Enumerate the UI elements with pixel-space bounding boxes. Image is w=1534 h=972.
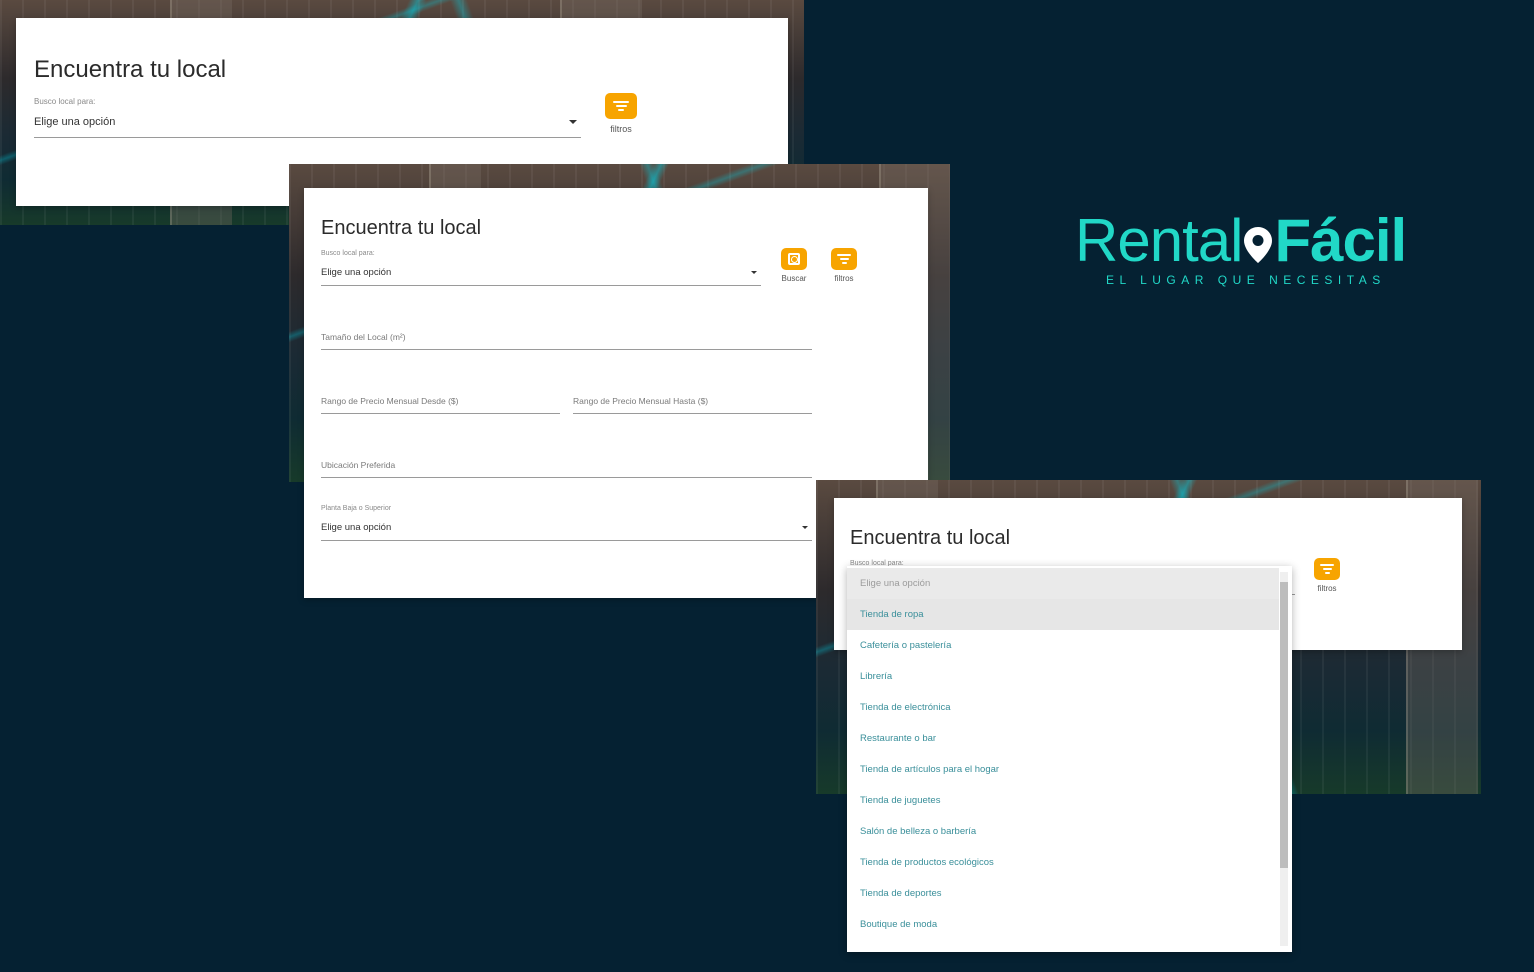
dropdown-option[interactable]: Tienda de electrónica [847, 692, 1279, 723]
filter-button[interactable] [1314, 558, 1340, 580]
select-value: Elige una opción [34, 116, 116, 128]
location-pin-icon [1244, 208, 1273, 263]
business-type-dropdown[interactable]: Elige una opción Tienda de ropa Cafeterí… [847, 566, 1292, 952]
dropdown-option[interactable]: Tienda de deportes [847, 878, 1279, 909]
business-type-select[interactable]: Elige una opción [34, 112, 581, 138]
scrollbar-thumb[interactable] [1280, 582, 1288, 868]
logo-wordmark: Rental Fácil [1075, 207, 1407, 274]
caret-down-icon [569, 120, 577, 124]
logo-tagline: EL LUGAR QUE NECESITAS [1106, 273, 1386, 287]
business-type-select[interactable]: Elige una opción [321, 264, 761, 286]
floor-select-value: Elige una opción [321, 522, 392, 533]
caret-down-icon [802, 526, 808, 529]
search-label: Buscar [781, 274, 807, 283]
filter-label: filtros [1317, 584, 1337, 593]
filter-icon [837, 252, 851, 266]
size-placeholder: Tamaño del Local (m²) [321, 332, 406, 342]
filter-icon [613, 99, 629, 113]
page-title: Encuentra tu local [34, 56, 227, 83]
dropdown-option[interactable]: Boutique de moda [847, 909, 1279, 940]
dropdown-option[interactable]: Tienda de productos ecológicos [847, 847, 1279, 878]
filter-label: filtros [610, 124, 632, 134]
select-value: Elige una opción [321, 267, 392, 278]
select-label: Busco local para: [34, 97, 96, 106]
price-to-input[interactable]: Rango de Precio Mensual Hasta ($) [573, 392, 812, 414]
dropdown-scrollbar[interactable] [1280, 572, 1288, 946]
dropdown-option[interactable]: Salón de belleza o barbería [847, 816, 1279, 847]
filter-button[interactable] [605, 93, 637, 119]
floor-select[interactable]: Elige una opción [321, 519, 812, 541]
location-placeholder: Ubicación Preferida [321, 460, 396, 470]
location-input[interactable]: Ubicación Preferida [321, 456, 812, 478]
price-from-input[interactable]: Rango de Precio Mensual Desde ($) [321, 392, 560, 414]
dropdown-option[interactable]: Tienda de artículos para el hogar [847, 754, 1279, 785]
page-title: Encuentra tu local [321, 217, 482, 239]
price-from-placeholder: Rango de Precio Mensual Desde ($) [321, 396, 459, 406]
dropdown-option[interactable]: Cafetería o pastelería [847, 630, 1279, 661]
filter-icon [1320, 562, 1334, 576]
dropdown-option[interactable]: Tienda de juguetes [847, 785, 1279, 816]
select-label: Busco local para: [321, 250, 375, 257]
caret-down-icon [751, 271, 757, 274]
dropdown-option[interactable]: Tienda de ropa [847, 599, 1279, 630]
filter-label: filtros [834, 274, 854, 283]
search-button[interactable] [781, 248, 807, 270]
search-icon [788, 253, 800, 265]
dropdown-option[interactable]: Librería [847, 661, 1279, 692]
size-input[interactable]: Tamaño del Local (m²) [321, 328, 812, 350]
filter-button[interactable] [831, 248, 857, 270]
page-title: Encuentra tu local [850, 527, 1011, 549]
dropdown-option[interactable]: Elige una opción [847, 568, 1279, 599]
floor-label: Planta Baja o Superior [321, 505, 392, 512]
dropdown-option[interactable]: Restaurante o bar [847, 723, 1279, 754]
price-to-placeholder: Rango de Precio Mensual Hasta ($) [573, 396, 709, 406]
